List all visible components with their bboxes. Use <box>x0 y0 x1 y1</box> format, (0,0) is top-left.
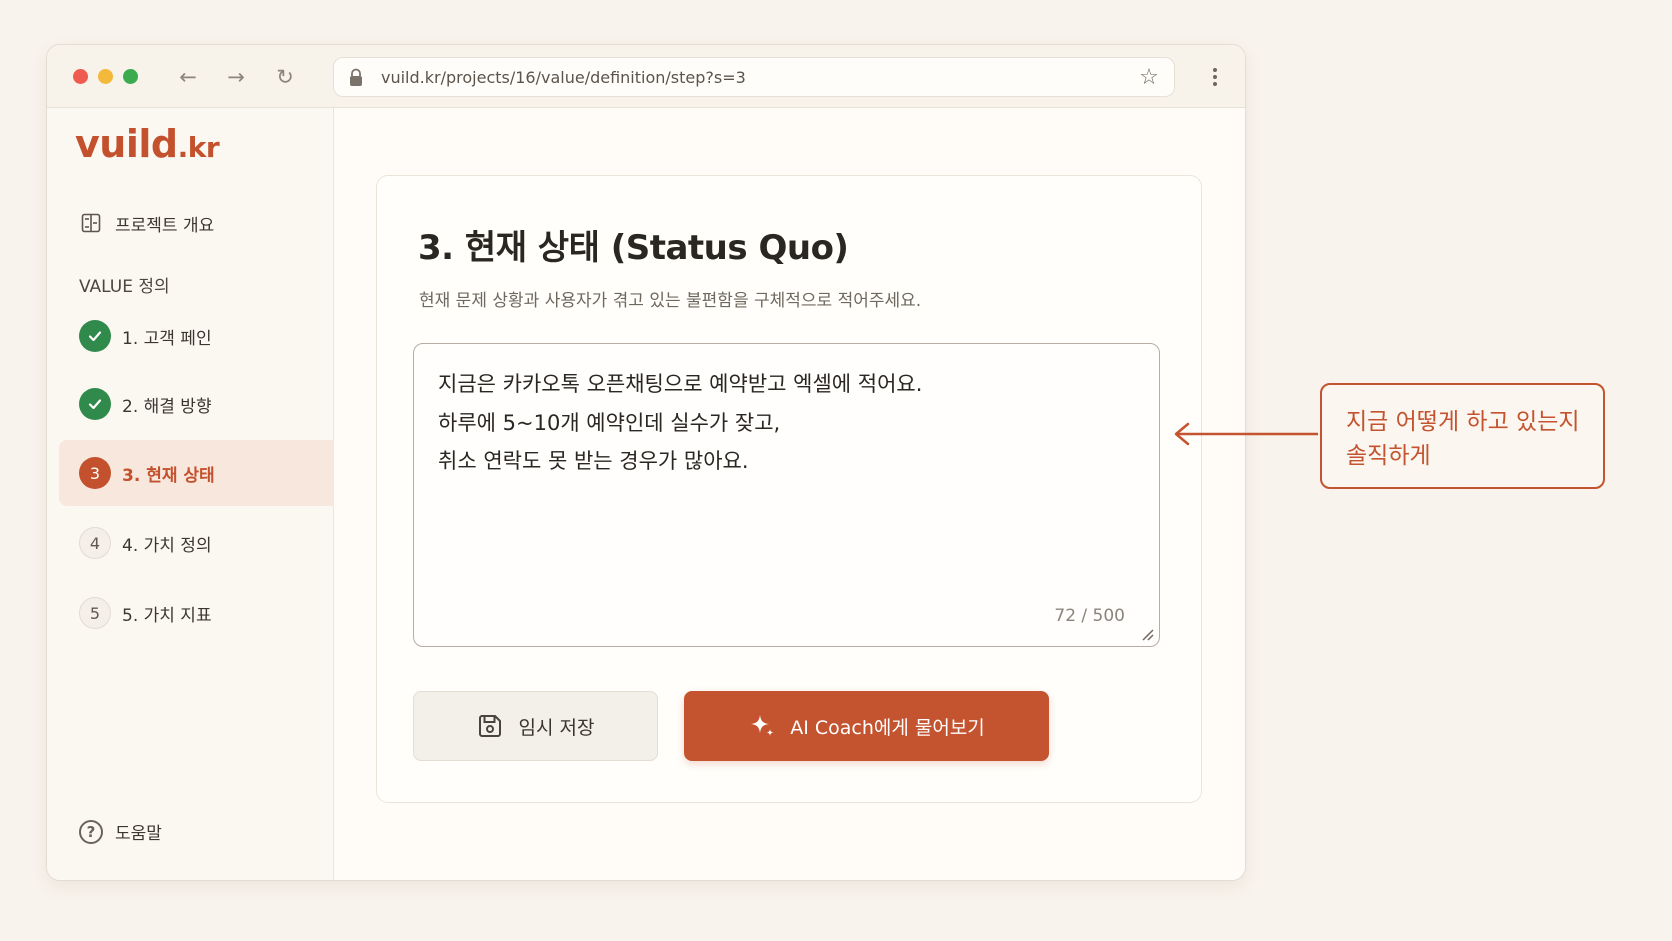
overview-icon <box>81 213 101 233</box>
reload-icon[interactable]: ↻ <box>270 62 300 92</box>
bookmark-star-icon[interactable]: ☆ <box>1136 65 1162 91</box>
ai-coach-button[interactable]: AI Coach에게 물어보기 <box>684 691 1049 761</box>
arrow-left-icon <box>1174 422 1318 446</box>
step-card: 3. 현재 상태 (Status Quo) 현재 문제 상황과 사용자가 겪고 … <box>376 175 1202 803</box>
maximize-window-button[interactable] <box>123 69 138 84</box>
url-text[interactable]: vuild.kr/projects/16/value/definition/st… <box>381 68 746 87</box>
resize-handle-icon[interactable] <box>1141 628 1155 642</box>
sidebar-step-2[interactable]: 2. 해결 방향 <box>59 371 334 437</box>
sidebar-item-overview[interactable]: 프로젝트 개요 <box>81 208 214 238</box>
annotation-callout: 지금 어떻게 하고 있는지 솔직하게 <box>1320 383 1605 489</box>
sidebar-step-3[interactable]: 3 3. 현재 상태 <box>59 440 334 506</box>
step-label: 5. 가치 지표 <box>122 605 212 626</box>
answer-line: 지금은 카카오톡 오픈채팅으로 예약받고 엑셀에 적어요. <box>438 372 923 396</box>
temp-save-label: 임시 저장 <box>518 716 595 739</box>
sidebar: vuild.kr 프로젝트 개요 VALUE 정의 1. 고객 페인 2. 해결… <box>47 108 334 880</box>
help-link[interactable]: ? 도움말 <box>79 819 162 844</box>
browser-window: ← → ↻ vuild.kr/projects/16/value/definit… <box>46 44 1246 881</box>
answer-line: 취소 연락도 못 받는 경우가 많아요. <box>438 449 749 473</box>
step-label: 3. 현재 상태 <box>122 465 215 486</box>
answer-textarea[interactable]: 지금은 카카오톡 오픈채팅으로 예약받고 엑셀에 적어요. 하루에 5~10개 … <box>413 343 1160 647</box>
sparkle-icon <box>751 715 774 736</box>
minimize-window-button[interactable] <box>98 69 113 84</box>
close-window-button[interactable] <box>73 69 88 84</box>
help-icon: ? <box>79 819 103 844</box>
page-title: 3. 현재 상태 (Status Quo) <box>418 228 849 268</box>
annotation-line: 솔직하게 <box>1346 443 1431 469</box>
help-label: 도움말 <box>115 824 162 844</box>
sidebar-step-1[interactable]: 1. 고객 페인 <box>59 303 334 369</box>
browser-titlebar: ← → ↻ vuild.kr/projects/16/value/definit… <box>47 45 1245 108</box>
check-icon <box>79 388 111 420</box>
ai-coach-label: AI Coach에게 물어보기 <box>790 716 985 739</box>
sidebar-step-4[interactable]: 4 4. 가치 정의 <box>59 510 334 576</box>
floppy-icon <box>478 715 501 737</box>
step-number-badge: 5 <box>79 597 111 629</box>
step-label: 2. 해결 방향 <box>122 396 212 417</box>
annotation-line: 지금 어떻게 하고 있는지 <box>1346 409 1580 435</box>
forward-arrow-icon[interactable]: → <box>221 62 251 92</box>
lock-icon <box>350 68 362 86</box>
step-number-badge: 4 <box>79 527 111 559</box>
logo[interactable]: vuild.kr <box>75 122 220 166</box>
section-label: VALUE 정의 <box>79 277 170 297</box>
temp-save-button[interactable]: 임시 저장 <box>413 691 658 761</box>
sidebar-item-label: 프로젝트 개요 <box>115 215 215 236</box>
char-counter: 72 / 500 <box>1054 606 1125 626</box>
sidebar-step-5[interactable]: 5 5. 가치 지표 <box>59 580 334 646</box>
answer-line: 하루에 5~10개 예약인데 실수가 잦고, <box>438 411 781 435</box>
back-arrow-icon[interactable]: ← <box>173 62 203 92</box>
page-subtitle: 현재 문제 상황과 사용자가 겪고 있는 불편함을 구체적으로 적어주세요. <box>419 291 922 311</box>
check-icon <box>79 320 111 352</box>
address-bar[interactable]: vuild.kr/projects/16/value/definition/st… <box>333 57 1175 97</box>
step-label: 4. 가치 정의 <box>122 535 212 556</box>
step-number-badge: 3 <box>79 457 111 489</box>
step-label: 1. 고객 페인 <box>122 328 212 349</box>
browser-menu-icon[interactable] <box>1203 62 1227 92</box>
